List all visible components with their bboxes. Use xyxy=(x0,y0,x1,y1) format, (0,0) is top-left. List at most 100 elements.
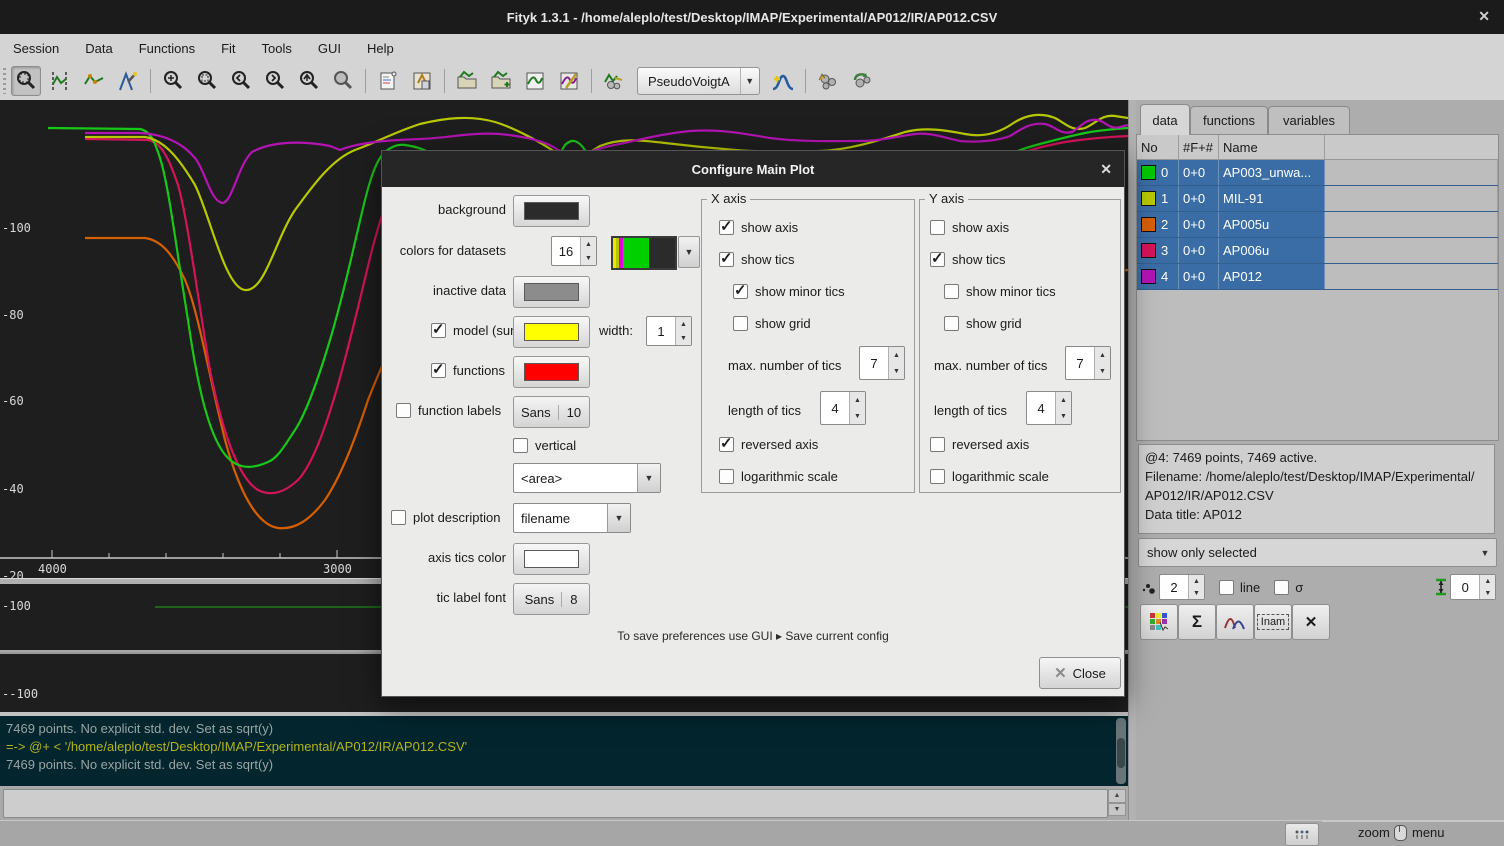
spin-down-icon[interactable]: ▼ xyxy=(1056,408,1071,424)
script-editor-icon[interactable] xyxy=(373,66,403,96)
table-row[interactable]: 1 0+0 MIL-91 xyxy=(1137,186,1498,212)
y-show-minor-tics-checkbox[interactable] xyxy=(944,284,959,299)
dataset-color-swatch[interactable] xyxy=(1141,165,1156,180)
peak-draft-icon[interactable] xyxy=(113,66,143,96)
plot-description-combobox[interactable]: filename ▼ xyxy=(513,503,631,533)
tic-label-font-button[interactable]: Sans 8 xyxy=(513,583,590,615)
window-close-icon[interactable]: ✕ xyxy=(1478,8,1490,25)
chevron-down-icon[interactable]: ▼ xyxy=(607,504,630,532)
table-row[interactable]: 4 0+0 AP012 xyxy=(1137,264,1498,290)
dataset-colors-preview[interactable] xyxy=(611,236,677,270)
spin-up-icon[interactable]: ▲ xyxy=(676,317,691,331)
delete-button[interactable]: ✕ xyxy=(1292,604,1330,640)
spin-up-icon[interactable]: ▲ xyxy=(1480,575,1495,587)
console-scrollbar-thumb[interactable] xyxy=(1117,738,1125,768)
spin-down-icon[interactable]: ▼ xyxy=(889,363,904,379)
spin-up-icon[interactable]: ▲ xyxy=(1056,392,1071,408)
col-name[interactable]: Name xyxy=(1219,135,1325,159)
load-data-icon[interactable] xyxy=(452,66,482,96)
zoom-select-icon[interactable] xyxy=(11,66,41,96)
spin-up-icon[interactable]: ▲ xyxy=(850,392,865,408)
menu-fit[interactable]: Fit xyxy=(208,34,248,62)
spin-up-icon[interactable]: ▲ xyxy=(889,347,904,363)
functions-button[interactable] xyxy=(1216,604,1254,640)
x-show-axis-checkbox[interactable] xyxy=(719,220,734,235)
y-max-tics-spinner[interactable]: 7 ▲▼ xyxy=(1065,346,1111,380)
spin-down-icon[interactable]: ▼ xyxy=(850,408,865,424)
peak-type-combobox[interactable]: PseudoVoigtA ▼ xyxy=(637,67,760,95)
dataset-color-swatch[interactable] xyxy=(1141,243,1156,258)
dataset-colors-dropdown[interactable]: ▼ xyxy=(678,236,700,268)
dialog-titlebar[interactable]: Configure Main Plot ✕ xyxy=(382,151,1124,187)
window-titlebar[interactable]: Fityk 1.3.1 - /home/aleplo/test/Desktop/… xyxy=(0,0,1504,34)
col-no[interactable]: No xyxy=(1137,135,1179,159)
vertical-checkbox[interactable] xyxy=(513,438,528,453)
dataset-table-header[interactable]: No #F+# Name xyxy=(1137,135,1498,160)
x-show-tics-checkbox[interactable] xyxy=(719,252,734,267)
chevron-down-icon[interactable]: ▼ xyxy=(1474,548,1496,558)
point-size-spinner[interactable]: 2 ▲▼ xyxy=(1159,574,1205,600)
tab-functions[interactable]: functions xyxy=(1190,106,1268,134)
menu-tools[interactable]: Tools xyxy=(249,34,305,62)
zoom-right-icon[interactable] xyxy=(260,66,290,96)
spin-up-icon[interactable]: ▲ xyxy=(1095,347,1110,363)
inactive-data-color-button[interactable] xyxy=(513,276,590,308)
x-max-tics-spinner[interactable]: 7 ▲▼ xyxy=(859,346,905,380)
zoom-previous-icon[interactable] xyxy=(328,66,358,96)
close-button[interactable]: ✕ Close xyxy=(1039,657,1121,689)
append-data-icon[interactable] xyxy=(486,66,516,96)
label-format-combobox[interactable]: <area> ▼ xyxy=(513,463,661,493)
dialog-close-icon[interactable]: ✕ xyxy=(1100,161,1112,178)
show-filter-combobox[interactable]: show only selected ▼ xyxy=(1138,538,1497,567)
sigma-checkbox[interactable] xyxy=(1274,580,1289,595)
tab-data[interactable]: data xyxy=(1140,104,1190,135)
add-point-icon[interactable] xyxy=(79,66,109,96)
command-history-spinner[interactable]: ▲▼ xyxy=(1108,789,1126,816)
x-reversed-axis-checkbox[interactable] xyxy=(719,437,734,452)
session-log-icon[interactable] xyxy=(407,66,437,96)
x-length-tics-spinner[interactable]: 4 ▲▼ xyxy=(820,391,866,425)
function-labels-checkbox[interactable] xyxy=(396,403,411,418)
chevron-down-icon[interactable]: ▼ xyxy=(637,464,660,492)
functions-checkbox[interactable] xyxy=(431,363,446,378)
data-transform-icon[interactable] xyxy=(554,66,584,96)
x-logarithmic-checkbox[interactable] xyxy=(719,469,734,484)
run-fit-icon[interactable] xyxy=(813,66,843,96)
spin-down-icon[interactable]: ▼ xyxy=(1095,363,1110,379)
x-show-minor-tics-checkbox[interactable] xyxy=(733,284,748,299)
spin-up-icon[interactable]: ▲ xyxy=(1189,575,1204,587)
zoom-vertical-icon[interactable] xyxy=(294,66,324,96)
menu-data[interactable]: Data xyxy=(72,34,125,62)
col-ff[interactable]: #F+# xyxy=(1179,135,1219,159)
spin-up-icon[interactable]: ▲ xyxy=(581,237,596,251)
undo-fit-icon[interactable] xyxy=(847,66,877,96)
data-range-icon[interactable] xyxy=(45,66,75,96)
data-name-button[interactable]: Inam xyxy=(1254,604,1292,640)
menu-functions[interactable]: Functions xyxy=(126,34,208,62)
y-reversed-axis-checkbox[interactable] xyxy=(930,437,945,452)
y-length-tics-spinner[interactable]: 4 ▲▼ xyxy=(1026,391,1072,425)
spin-down-icon[interactable]: ▼ xyxy=(1189,587,1204,599)
zoom-all-icon[interactable] xyxy=(158,66,188,96)
table-row[interactable]: 2 0+0 AP005u xyxy=(1137,212,1498,238)
function-labels-font-button[interactable]: Sans 10 xyxy=(513,396,590,428)
edit-data-icon[interactable] xyxy=(520,66,550,96)
zoom-selection-icon[interactable] xyxy=(192,66,222,96)
spin-down-icon[interactable]: ▼ xyxy=(676,331,691,345)
mouse-config-button[interactable] xyxy=(1285,823,1319,846)
model-sum-checkbox[interactable] xyxy=(431,323,446,338)
dataset-color-swatch[interactable] xyxy=(1141,217,1156,232)
zoom-left-icon[interactable] xyxy=(226,66,256,96)
x-show-grid-checkbox[interactable] xyxy=(733,316,748,331)
background-color-button[interactable] xyxy=(513,195,590,227)
add-peak-icon[interactable] xyxy=(768,66,798,96)
table-row[interactable]: 0 0+0 AP003_unwa... xyxy=(1137,160,1498,186)
tab-variables[interactable]: variables xyxy=(1268,106,1350,134)
y-logarithmic-checkbox[interactable] xyxy=(930,469,945,484)
function-gears-icon[interactable] xyxy=(599,66,629,96)
table-row[interactable]: 3 0+0 AP006u xyxy=(1137,238,1498,264)
command-input[interactable] xyxy=(3,789,1108,818)
dataset-colors-button[interactable] xyxy=(1140,604,1178,640)
spin-down-icon[interactable]: ▼ xyxy=(581,251,596,265)
dataset-colors-count-spinner[interactable]: 16 ▲▼ xyxy=(551,236,597,266)
